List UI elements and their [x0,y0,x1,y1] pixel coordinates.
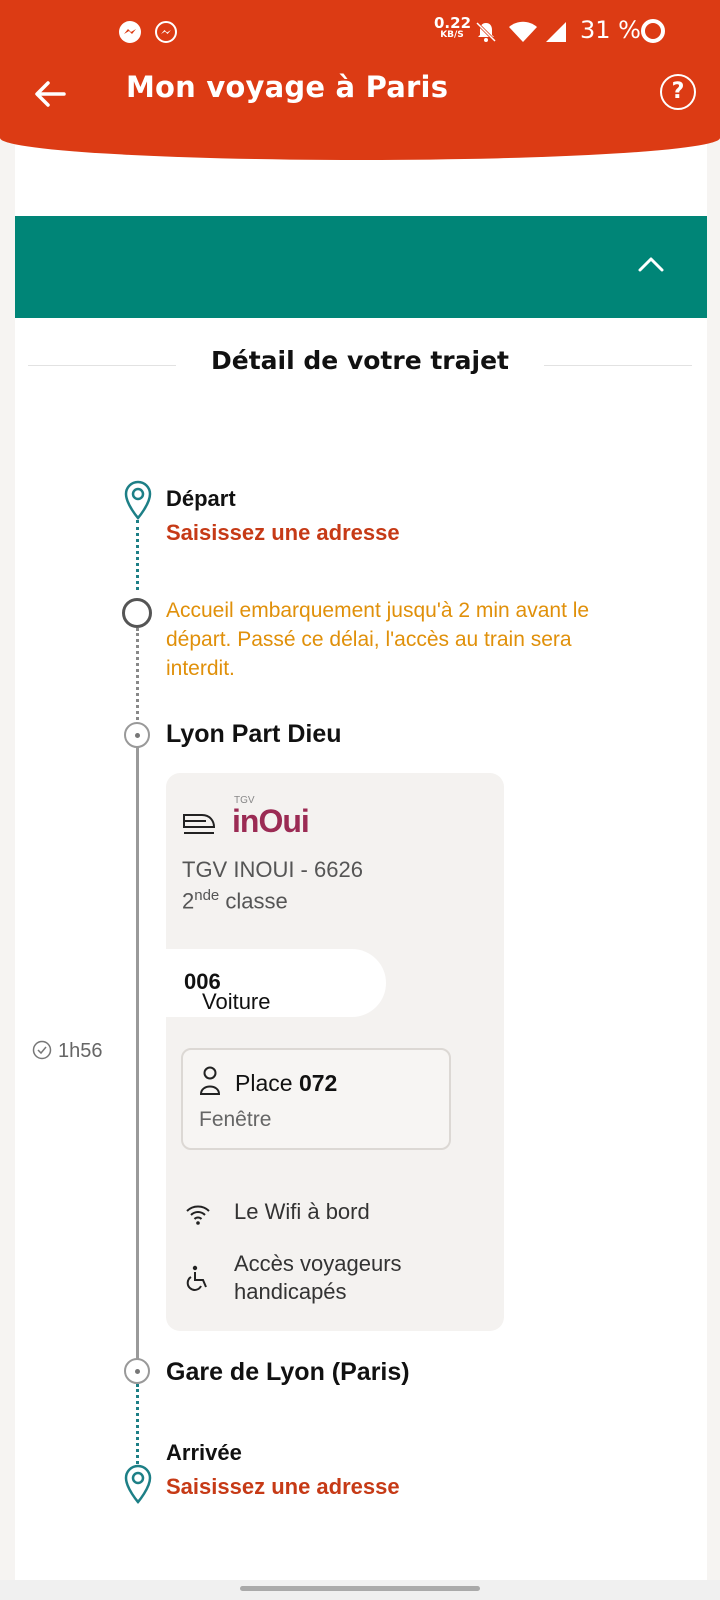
wifi-icon [186,1205,210,1225]
page-title: Mon voyage à Paris [126,70,449,104]
station-node [124,722,150,748]
duration-value: 1h56 [58,1040,103,1062]
amenity-accessibility: Accès voyageurs handicapés [234,1251,402,1304]
boarding-warning: Accueil embarquement jusqu'à 2 min avant… [166,599,590,680]
train-icon [183,814,216,834]
messenger-icon [119,21,141,43]
seat-number: Place 072 [235,1070,338,1096]
battery-ring-icon [641,19,665,43]
timeline-connector [136,628,139,720]
origin-station: Lyon Part Dieu [166,720,342,748]
bell-muted-icon [475,21,497,43]
back-arrow-icon[interactable] [30,74,70,114]
seat-position: Fenêtre [199,1108,272,1131]
status-bar: 0.22 KB/S 31 % [0,0,720,60]
train-class: 2nde classe [182,887,288,914]
destination-station: Gare de Lyon (Paris) [166,1358,410,1386]
timeline-ride-line [136,735,139,1368]
section-title: Détail de votre trajet [211,346,509,375]
trip-duration: 1h56 [32,1040,103,1063]
messenger-outline-icon [155,21,177,43]
location-pin-icon [124,1464,152,1504]
brand-name: inOui [232,803,310,839]
wheelchair-icon [186,1265,207,1291]
timeline-node [122,598,152,628]
departure-address-link[interactable]: Saisissez une adresse [166,520,400,546]
train-name: TGV INOUI - 6626 [182,857,363,882]
amenity-wifi: Le Wifi à bord [234,1199,370,1224]
chevron-up-icon[interactable] [636,250,666,280]
battery-percent: 31 % [580,16,641,44]
person-icon [199,1066,221,1095]
cell-signal-icon [546,22,566,42]
station-node [124,1358,150,1384]
home-indicator[interactable] [240,1586,480,1591]
seat-card: Place 072 Fenêtre [181,1048,451,1150]
arrival-address-link[interactable]: Saisissez une adresse [166,1474,400,1500]
clock-icon [32,1040,52,1060]
location-pin-icon [124,480,152,520]
timeline-connector [136,520,139,590]
network-speed: 0.22 KB/S [434,14,472,40]
help-button[interactable]: ? [660,74,696,110]
app-header: 0.22 KB/S 31 % Mon voyage à Paris ? [0,0,720,160]
trip-summary-banner[interactable] [15,216,707,318]
departure-label: Départ [166,486,236,511]
coach-number: Voiture 006 [166,949,386,1017]
arrival-label: Arrivée [166,1440,242,1465]
timeline-connector [136,1384,139,1470]
wifi-signal-icon [509,21,537,42]
